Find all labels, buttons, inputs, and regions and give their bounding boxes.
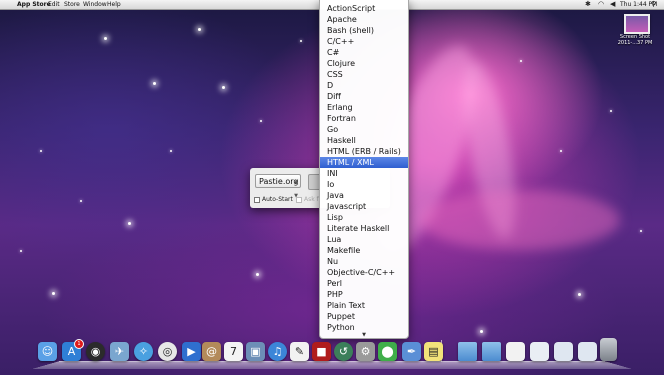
language-option[interactable]: Puppet (320, 311, 408, 322)
language-option[interactable]: Fortran (320, 113, 408, 124)
chrome-icon-glyph: ◎ (162, 345, 173, 358)
volume-icon[interactable]: ◀ (610, 0, 615, 9)
notification-badge: 1 (74, 339, 84, 349)
spotlight-icon[interactable]: ⚲ (651, 0, 656, 9)
bluetooth-icon[interactable]: ✱ (585, 0, 591, 9)
language-option[interactable]: Diff (320, 91, 408, 102)
mail-icon[interactable]: ✈ (110, 342, 129, 361)
utility-icon-glyph: ⬤ (381, 345, 394, 358)
language-option[interactable]: Lua (320, 234, 408, 245)
app-store-icon[interactable]: A1 (62, 339, 84, 361)
stickies-icon-glyph: ▤ (428, 345, 439, 358)
applications-folder-icon[interactable] (458, 342, 477, 361)
language-option[interactable]: HTML (ERB / Rails) (320, 146, 408, 157)
menu-store[interactable]: Store (64, 0, 80, 9)
language-option[interactable]: Makefile (320, 245, 408, 256)
language-option[interactable]: HTML / XML (320, 157, 408, 168)
language-option[interactable]: ActionScript (320, 3, 408, 14)
time-machine-icon-glyph: ↺ (338, 345, 349, 358)
dashboard-icon[interactable]: ◉ (86, 342, 105, 361)
dock: ☺ A 1 ◉ ✈ ✧ ◎ ▶ @7 ▣ ♫ ✎ ■ ↺ ⚙ ⬤ ✒ ▤ (38, 338, 634, 364)
dashboard-icon-glyph: ◉ (90, 345, 101, 358)
iphoto-icon[interactable]: ▣ (246, 342, 265, 361)
language-option[interactable]: D (320, 80, 408, 91)
safari-icon-glyph: ✧ (138, 345, 149, 358)
system-preferences-icon-glyph: ⚙ (360, 345, 371, 358)
system-preferences-icon[interactable]: ⚙ (356, 342, 375, 361)
textedit-icon-glyph: ✎ (294, 345, 305, 358)
ask-label: Ask f (304, 196, 319, 203)
ask-checkbox[interactable]: Ask f (296, 196, 319, 204)
address-book-icon[interactable]: @ (202, 342, 221, 361)
ical-icon[interactable]: 7 (224, 342, 243, 361)
auto-start-checkbox[interactable]: Auto-Start (254, 196, 293, 204)
language-option[interactable]: Apache (320, 14, 408, 25)
menu-edit[interactable]: Edit (48, 0, 60, 9)
language-option[interactable]: Nu (320, 256, 408, 267)
language-option[interactable]: Perl (320, 278, 408, 289)
photo-booth-icon-glyph: ■ (316, 345, 327, 358)
language-option[interactable]: Literate Haskell (320, 223, 408, 234)
minimized-window-icon[interactable] (554, 342, 573, 361)
time-machine-icon[interactable]: ↺ (334, 342, 353, 361)
facetime-icon[interactable]: ▶ (182, 342, 201, 361)
language-option-list: ActionScript Apache Bash (shell) C/C++ C# Clo… (320, 0, 408, 333)
chrome-icon[interactable]: ◎ (158, 342, 177, 361)
safari-icon[interactable]: ✧ (134, 342, 153, 361)
language-option[interactable]: Clojure (320, 58, 408, 69)
language-popup-menu: ActionScript Apache Bash (shell) C/C++ C# Clo… (319, 0, 409, 339)
iphoto-icon-glyph: ▣ (250, 345, 261, 358)
language-option[interactable]: Java (320, 190, 408, 201)
itunes-icon-glyph: ♫ (272, 345, 283, 358)
language-option[interactable]: Plain Text (320, 300, 408, 311)
xcode-icon[interactable]: ✒ (402, 342, 421, 361)
address-book-icon-glyph: @ (206, 345, 217, 358)
document-stack-icon[interactable] (506, 342, 525, 361)
language-option[interactable]: CSS (320, 69, 408, 80)
language-option[interactable]: Lisp (320, 212, 408, 223)
screenshot-file-icon[interactable] (624, 14, 650, 34)
checkbox-icon (296, 196, 302, 203)
itunes-icon[interactable]: ♫ (268, 342, 287, 361)
service-select-value: Pastie.org (259, 177, 299, 186)
window-stack-icon[interactable] (530, 342, 549, 361)
screenshot-file-label: Screen Shot 2011-...37 PM (608, 34, 662, 46)
language-option[interactable]: PHP (320, 289, 408, 300)
xcode-icon-glyph: ✒ (406, 345, 417, 358)
service-select[interactable]: Pastie.org ▲▼ (255, 174, 301, 199)
finder-icon-glyph: ☺ (41, 345, 54, 358)
trash-icon[interactable] (600, 338, 617, 361)
language-option[interactable]: C# (320, 47, 408, 58)
facetime-icon-glyph: ▶ (187, 345, 196, 358)
ical-icon-glyph: 7 (230, 345, 237, 358)
stickies-icon[interactable]: ▤ (424, 342, 443, 361)
screenshot-label-line2: 2011-...37 PM (617, 40, 653, 46)
menu-app-name[interactable]: App Store (17, 0, 51, 9)
language-option[interactable]: Bash (shell) (320, 25, 408, 36)
menu-help[interactable]: Help (107, 0, 121, 9)
language-option[interactable]: Haskell (320, 135, 408, 146)
documents-folder-icon[interactable] (482, 342, 501, 361)
language-option[interactable]: Objective-C/C++ (320, 267, 408, 278)
language-option[interactable]: INI (320, 168, 408, 179)
language-option[interactable]: Io (320, 179, 408, 190)
checkbox-icon (254, 196, 260, 203)
language-option[interactable]: C/C++ (320, 36, 408, 47)
language-option[interactable]: Go (320, 124, 408, 135)
utility-icon[interactable]: ⬤ (378, 342, 397, 361)
language-option[interactable]: Erlang (320, 102, 408, 113)
textedit-icon[interactable]: ✎ (290, 342, 309, 361)
minimized-window-icon[interactable] (578, 342, 597, 361)
finder-icon[interactable]: ☺ (38, 342, 57, 361)
photo-booth-icon[interactable]: ■ (312, 342, 331, 361)
wifi-icon[interactable]: ◠ (598, 0, 604, 9)
mail-icon-glyph: ✈ (114, 345, 125, 358)
auto-start-label: Auto-Start (262, 196, 293, 203)
menu-window[interactable]: Window (83, 0, 107, 9)
language-option[interactable]: Javascript (320, 201, 408, 212)
